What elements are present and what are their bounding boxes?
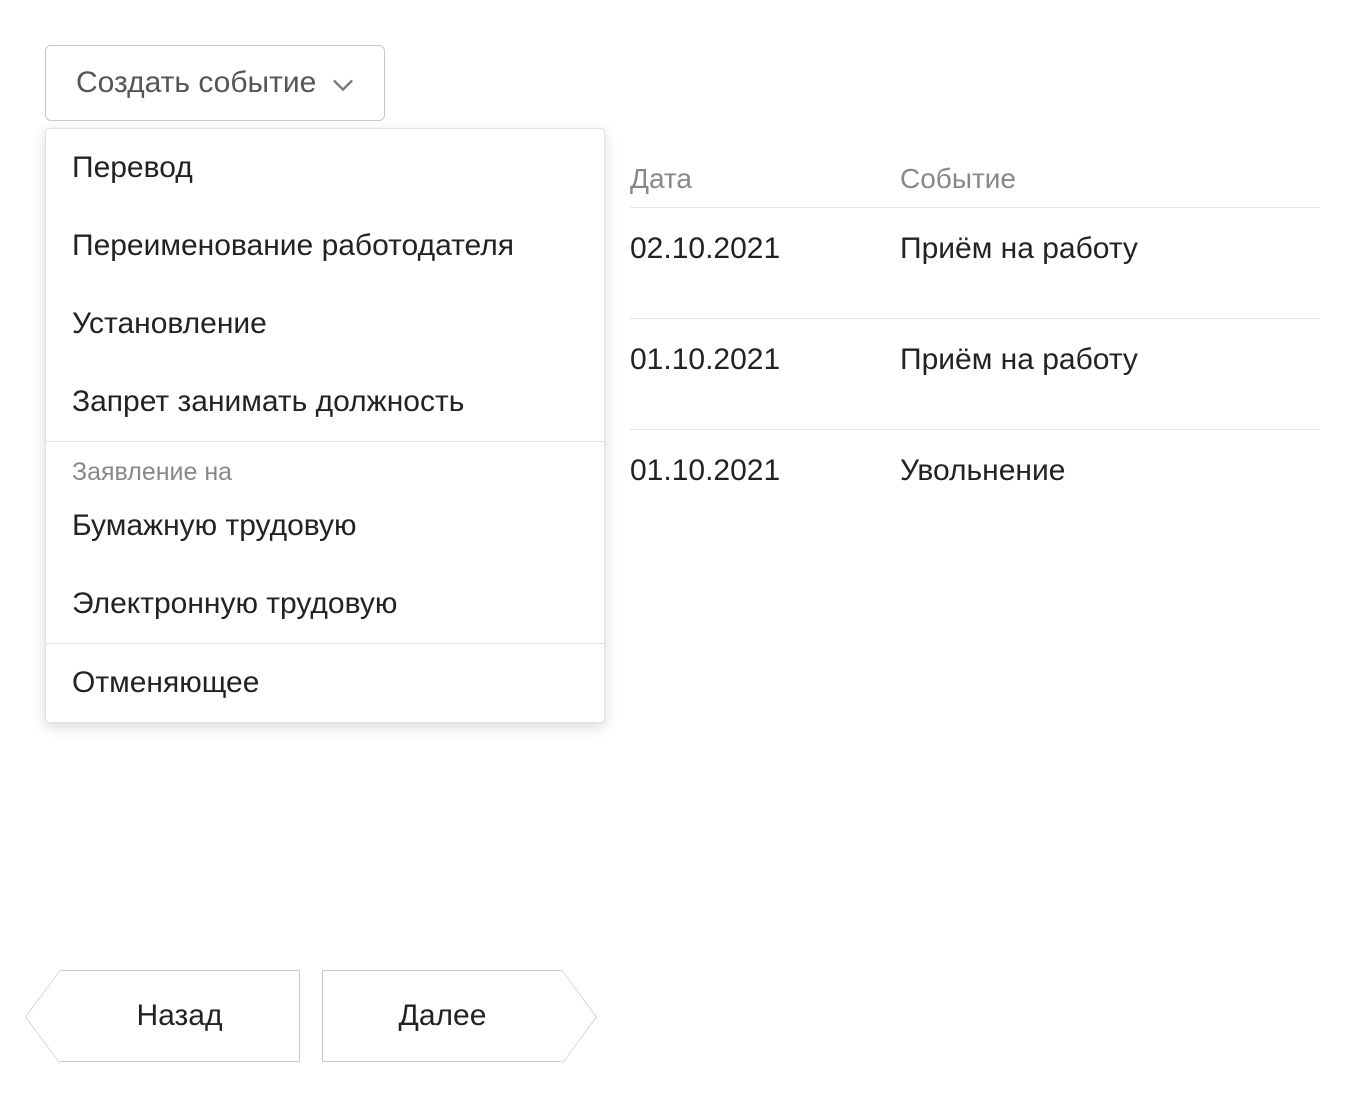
table-row[interactable]: 01.10.2021 Увольнение <box>630 430 1320 540</box>
create-event-button[interactable]: Создать событие <box>45 45 385 121</box>
dropdown-item-rename-employer[interactable]: Переименование работодателя <box>46 207 604 285</box>
table-row[interactable]: 01.10.2021 Приём на работу <box>630 319 1320 430</box>
dropdown-item-paper-book[interactable]: Бумажную трудовую <box>46 487 604 565</box>
next-button-label: Далее <box>399 999 487 1033</box>
table-header-row: Дата Событие <box>630 163 1320 208</box>
events-table: Дата Событие 02.10.2021 Приём на работу … <box>630 163 1320 540</box>
dropdown-item-position-ban[interactable]: Запрет занимать должность <box>46 363 604 441</box>
cell-date: 02.10.2021 <box>630 232 900 266</box>
col-header-date: Дата <box>630 163 900 195</box>
cell-event: Приём на работу <box>900 343 1320 377</box>
chevron-down-icon <box>332 66 354 100</box>
dropdown-item-electronic-book[interactable]: Электронную трудовую <box>46 565 604 643</box>
cell-date: 01.10.2021 <box>630 454 900 488</box>
cell-date: 01.10.2021 <box>630 343 900 377</box>
back-button[interactable]: Назад <box>60 970 300 1062</box>
table-row[interactable]: 02.10.2021 Приём на работу <box>630 208 1320 319</box>
create-event-label: Создать событие <box>76 66 316 100</box>
dropdown-group-application: Заявление на <box>46 442 604 487</box>
next-button[interactable]: Далее <box>322 970 562 1062</box>
cell-event: Приём на работу <box>900 232 1320 266</box>
dropdown-item-cancelling[interactable]: Отменяющее <box>46 644 604 722</box>
cell-event: Увольнение <box>900 454 1320 488</box>
back-button-label: Назад <box>137 999 223 1033</box>
wizard-footer: Назад Далее <box>60 970 562 1062</box>
create-event-dropdown: Перевод Переименование работодателя Уста… <box>45 128 605 723</box>
col-header-event: Событие <box>900 163 1320 195</box>
dropdown-item-establishment[interactable]: Установление <box>46 285 604 363</box>
dropdown-item-transfer[interactable]: Перевод <box>46 129 604 207</box>
